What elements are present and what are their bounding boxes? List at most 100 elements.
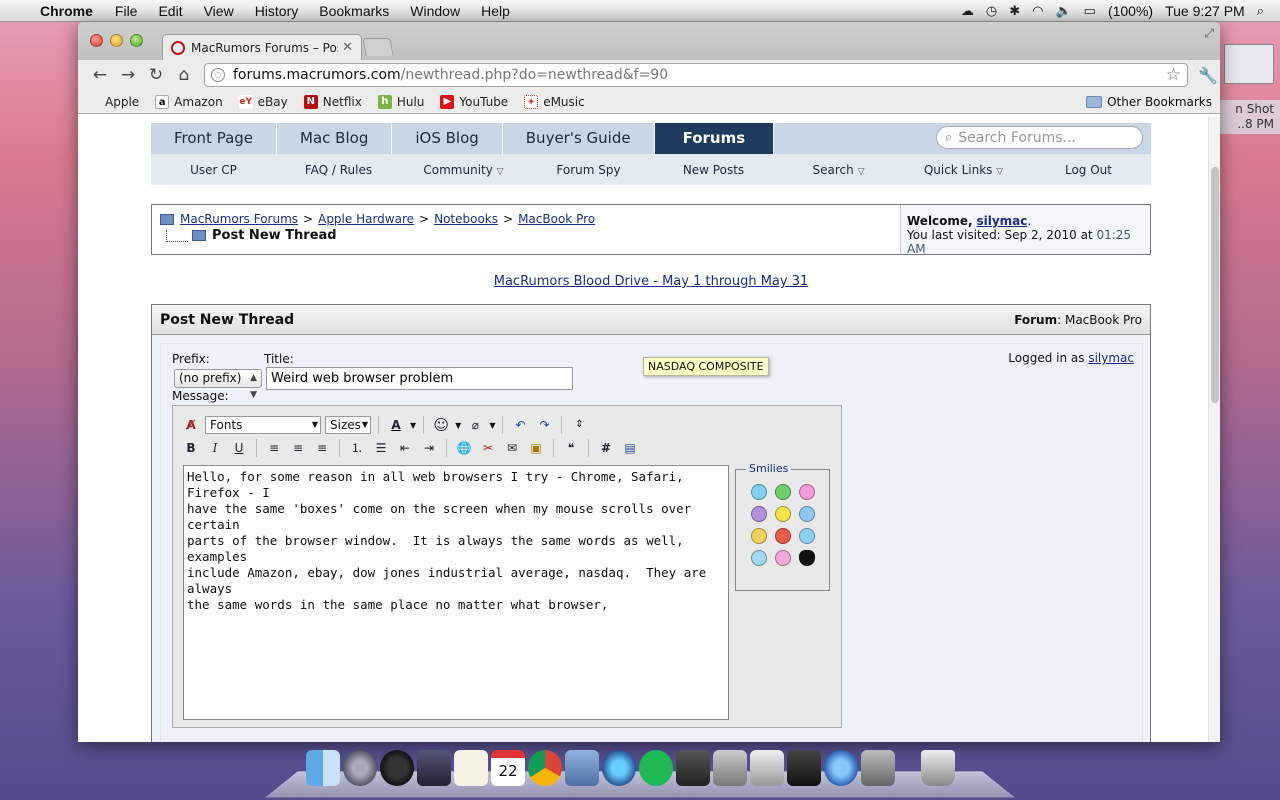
smiley-mad-icon[interactable] bbox=[774, 528, 791, 544]
prefix-select[interactable]: (no prefix) ▲ ▼ bbox=[174, 369, 262, 400]
mail-icon[interactable] bbox=[565, 750, 599, 786]
insert-image-icon[interactable]: ▣ bbox=[526, 438, 546, 458]
smiley-smile-icon[interactable] bbox=[774, 506, 791, 522]
scrollbar-thumb[interactable] bbox=[1211, 167, 1219, 403]
wrench-icon[interactable]: 🔧 bbox=[1198, 66, 1218, 85]
smiley-laugh-icon[interactable] bbox=[798, 484, 815, 500]
clock[interactable]: Tue 9:27 PM bbox=[1165, 3, 1245, 19]
breadcrumb-link-apple-hardware[interactable]: Apple Hardware bbox=[318, 212, 414, 226]
menu-view[interactable]: View bbox=[204, 3, 234, 19]
dropdown-arrow-icon[interactable]: ▼ bbox=[489, 421, 495, 430]
breadcrumb-link-macbook-pro[interactable]: MacBook Pro bbox=[518, 212, 595, 226]
menu-help[interactable]: Help bbox=[481, 3, 510, 19]
subnav-quick-links[interactable]: Quick Links ▽ bbox=[901, 163, 1026, 177]
tab-ios-blog[interactable]: iOS Blog bbox=[392, 123, 503, 154]
text-color-icon[interactable]: A bbox=[386, 415, 406, 435]
mac-app-icon[interactable] bbox=[676, 750, 710, 786]
subnav-log-out[interactable]: Log Out bbox=[1026, 163, 1151, 177]
menu-file[interactable]: File bbox=[115, 3, 138, 19]
spotify-icon[interactable] bbox=[639, 750, 673, 786]
bold-icon[interactable]: B bbox=[181, 438, 201, 458]
bookmark-ebay[interactable]: eY eBay bbox=[238, 94, 288, 109]
page-scrollbar[interactable] bbox=[1208, 117, 1220, 742]
align-left-icon[interactable]: ≡ bbox=[264, 438, 284, 458]
smiley-tongue-icon[interactable] bbox=[774, 550, 791, 566]
battery-icon[interactable]: ▭ bbox=[1084, 3, 1096, 19]
new-tab-button[interactable] bbox=[362, 38, 394, 56]
chrome-icon[interactable] bbox=[528, 750, 562, 786]
breadcrumb-link-notebooks[interactable]: Notebooks bbox=[434, 212, 498, 226]
tab-front-page[interactable]: Front Page bbox=[151, 123, 278, 154]
forward-button[interactable]: → bbox=[114, 65, 142, 85]
subnav-community[interactable]: Community ▽ bbox=[401, 163, 526, 177]
breadcrumb-link-macrumors-forums[interactable]: MacRumors Forums bbox=[180, 212, 298, 226]
textedit-icon[interactable] bbox=[454, 750, 488, 786]
subnav-search[interactable]: Search ▽ bbox=[776, 163, 901, 177]
smiley-grin-icon[interactable] bbox=[774, 484, 791, 500]
bookmark-netflix[interactable]: N Netflix bbox=[303, 94, 362, 109]
smiley-cool-icon[interactable] bbox=[750, 550, 767, 566]
bluetooth-icon[interactable]: ✱ bbox=[1009, 3, 1020, 19]
remove-format-icon[interactable]: A̸ bbox=[181, 415, 201, 435]
menu-history[interactable]: History bbox=[255, 3, 299, 19]
redo-icon[interactable]: ↷ bbox=[534, 415, 554, 435]
smiley-confused-icon[interactable] bbox=[798, 506, 815, 522]
window-close-button[interactable] bbox=[90, 34, 103, 47]
align-right-icon[interactable]: ≡ bbox=[312, 438, 332, 458]
trash-icon[interactable] bbox=[921, 750, 955, 786]
bookmark-apple[interactable]: Apple bbox=[86, 95, 139, 109]
menu-bookmarks[interactable]: Bookmarks bbox=[319, 3, 389, 19]
launchpad-icon[interactable] bbox=[343, 750, 377, 786]
menu-app-name[interactable]: Chrome bbox=[40, 3, 93, 19]
address-bar[interactable]: ◌ forums.macrumors.com/newthread.php?do=… bbox=[204, 63, 1188, 87]
finder-icon[interactable] bbox=[306, 750, 340, 786]
insert-link-icon[interactable]: 🌐 bbox=[454, 438, 474, 458]
game-console-icon[interactable] bbox=[787, 750, 821, 786]
reload-button[interactable]: ↻ bbox=[142, 65, 170, 85]
tab-forums[interactable]: Forums bbox=[654, 123, 775, 154]
logged-in-user-link[interactable]: silymac bbox=[1088, 351, 1134, 365]
bookmark-star-icon[interactable]: ☆ bbox=[1166, 65, 1181, 85]
menu-edit[interactable]: Edit bbox=[158, 3, 182, 19]
smiley-insert-icon[interactable]: ☺ bbox=[431, 415, 451, 435]
italic-icon[interactable]: I bbox=[205, 438, 225, 458]
subnav-new-posts[interactable]: New Posts bbox=[651, 163, 776, 177]
message-textarea[interactable]: Hello, for some reason in all web browse… bbox=[183, 465, 729, 720]
tab-mac-blog[interactable]: Mac Blog bbox=[277, 123, 393, 154]
subnav-user-cp[interactable]: User CP bbox=[151, 163, 276, 177]
apple-logo-icon[interactable] bbox=[798, 550, 815, 566]
align-center-icon[interactable]: ≡ bbox=[288, 438, 308, 458]
spotlight-icon[interactable]: ⌕ bbox=[1257, 3, 1264, 19]
subnav-forum-spy[interactable]: Forum Spy bbox=[526, 163, 651, 177]
desktop-screenshot-file[interactable]: n Shot ..8 PM bbox=[1216, 44, 1280, 134]
outdent-icon[interactable]: ⇤ bbox=[395, 438, 415, 458]
attachment-icon[interactable]: ⌀ bbox=[465, 415, 485, 435]
forum-search-input[interactable]: ⌕ Search Forums... bbox=[936, 126, 1143, 149]
calendar-icon[interactable]: 22 bbox=[491, 750, 525, 786]
smiley-rolleyes-icon[interactable] bbox=[798, 528, 815, 544]
home-button[interactable]: ⌂ bbox=[170, 65, 198, 85]
quote-icon[interactable]: ❝ bbox=[561, 438, 581, 458]
time-machine-icon[interactable]: ◷ bbox=[986, 3, 997, 19]
dropdown-arrow-icon[interactable]: ▼ bbox=[410, 421, 416, 430]
dropdown-arrow-icon[interactable]: ▼ bbox=[455, 421, 461, 430]
undo-icon[interactable]: ↶ bbox=[510, 415, 530, 435]
smiley-eek-icon[interactable] bbox=[750, 528, 767, 544]
photo-booth-icon[interactable] bbox=[417, 750, 451, 786]
window-minimize-button[interactable] bbox=[110, 34, 123, 47]
other-bookmarks[interactable]: Other Bookmarks bbox=[1086, 95, 1212, 109]
sizes-select[interactable]: Sizes ▼ bbox=[325, 416, 371, 434]
resize-editor-icon[interactable]: ⇕ bbox=[569, 415, 589, 435]
bookmark-emusic[interactable]: ✦ eMusic bbox=[524, 94, 585, 109]
bookmark-youtube[interactable]: ▶ YouTube bbox=[440, 94, 508, 109]
battery-percent[interactable]: (100%) bbox=[1108, 3, 1153, 19]
tab-buyers-guide[interactable]: Buyer's Guide bbox=[503, 123, 655, 154]
bookmark-amazon[interactable]: a Amazon bbox=[155, 94, 223, 109]
underline-icon[interactable]: U bbox=[229, 438, 249, 458]
disk-utility-icon[interactable] bbox=[713, 750, 747, 786]
indent-icon[interactable]: ⇥ bbox=[419, 438, 439, 458]
blood-drive-link[interactable]: MacRumors Blood Drive - May 1 through Ma… bbox=[494, 274, 809, 289]
bookmark-hulu[interactable]: h Hulu bbox=[377, 94, 424, 109]
smiley-wink-icon[interactable] bbox=[750, 484, 767, 500]
fonts-select[interactable]: Fonts ▼ bbox=[205, 416, 321, 434]
